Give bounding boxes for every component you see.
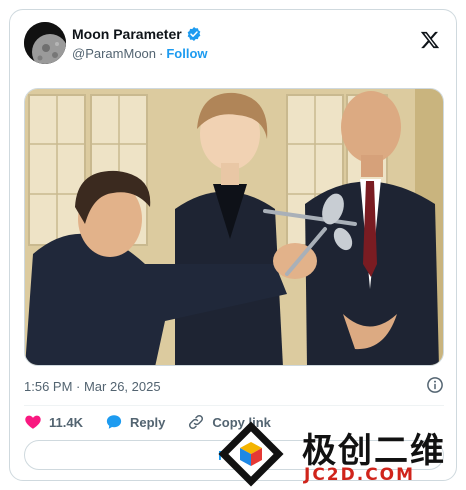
reply-label: Reply — [129, 414, 166, 430]
post-card: Moon Parameter @ParamMoon · Follow 1:56 … — [9, 9, 457, 481]
like-button[interactable]: 11.4K — [24, 413, 83, 431]
x-logo-icon[interactable] — [420, 30, 440, 50]
author-display-name[interactable]: Moon Parameter — [72, 26, 182, 42]
handle-separator: · — [159, 46, 164, 61]
like-count: 11.4K — [49, 414, 83, 430]
author-handle-row: @ParamMoon · Follow — [72, 46, 208, 61]
reply-button[interactable]: Reply — [105, 413, 165, 431]
reply-bubble-icon — [106, 415, 122, 429]
heart-icon — [25, 415, 41, 429]
post-media-image[interactable] — [24, 88, 444, 366]
info-icon[interactable] — [426, 376, 444, 394]
divider — [24, 405, 444, 406]
watermark-overlay: 极创二维 JC2D.COM — [218, 421, 466, 489]
link-icon — [189, 414, 204, 430]
author-handle[interactable]: @ParamMoon — [72, 46, 156, 61]
watermark-subtitle: JC2D.COM — [304, 465, 416, 485]
author-avatar[interactable] — [24, 22, 66, 64]
author-name-row: Moon Parameter — [72, 26, 202, 42]
follow-button[interactable]: Follow — [166, 46, 207, 61]
post-header: Moon Parameter @ParamMoon · Follow — [24, 22, 444, 66]
post-timestamp[interactable]: 1:56 PM · Mar 26, 2025 — [24, 379, 161, 394]
verified-badge-icon — [187, 27, 201, 41]
watermark-logo-icon — [218, 421, 284, 487]
illustration-image — [25, 89, 443, 365]
moon-avatar-image — [24, 22, 66, 64]
timestamp-row: 1:56 PM · Mar 26, 2025 — [24, 376, 444, 396]
